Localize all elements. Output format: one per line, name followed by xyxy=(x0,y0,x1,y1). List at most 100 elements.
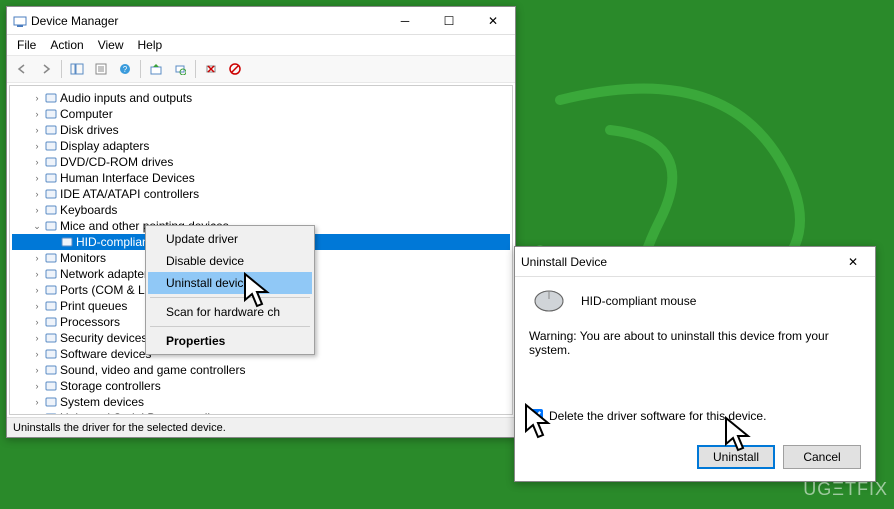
tree-item-label: Network adapters xyxy=(60,267,154,281)
tree-item-label: Software devices xyxy=(60,347,151,361)
chevron-right-icon[interactable]: › xyxy=(32,333,42,343)
tree-item-label: System devices xyxy=(60,395,144,409)
minimize-button[interactable]: ─ xyxy=(383,7,427,35)
uninstall-button[interactable] xyxy=(200,58,222,80)
maximize-button[interactable]: ☐ xyxy=(427,7,471,35)
chevron-right-icon[interactable]: › xyxy=(32,157,42,167)
device-category-icon xyxy=(44,219,58,233)
help-button[interactable]: ? xyxy=(114,58,136,80)
tree-item[interactable]: › Keyboards xyxy=(12,202,510,218)
device-category-icon xyxy=(44,171,58,185)
update-driver-button[interactable] xyxy=(145,58,167,80)
device-category-icon xyxy=(44,107,58,121)
tree-item[interactable]: ›Display adapters xyxy=(12,138,510,154)
delete-driver-label: Delete the driver software for this devi… xyxy=(549,409,766,423)
context-menu-item[interactable]: Properties xyxy=(148,330,312,352)
uninstall-confirm-button[interactable]: Uninstall xyxy=(697,445,775,469)
properties-button[interactable] xyxy=(90,58,112,80)
window-title: Device Manager xyxy=(31,14,118,28)
tree-item[interactable]: › Computer xyxy=(12,106,510,122)
app-icon xyxy=(13,14,27,28)
titlebar[interactable]: Device Manager ─ ☐ ✕ xyxy=(7,7,515,35)
device-category-icon xyxy=(44,187,58,201)
scan-hardware-button[interactable] xyxy=(169,58,191,80)
uninstall-dialog: Uninstall Device ✕ HID-compliant mouse W… xyxy=(514,246,876,482)
statusbar: Uninstalls the driver for the selected d… xyxy=(7,417,515,437)
chevron-right-icon[interactable]: › xyxy=(32,125,42,135)
chevron-right-icon[interactable]: › xyxy=(32,93,42,103)
delete-driver-checkbox-row[interactable]: Delete the driver software for this devi… xyxy=(529,409,861,423)
chevron-right-icon[interactable]: › xyxy=(32,349,42,359)
dialog-warning-text: Warning: You are about to uninstall this… xyxy=(529,329,861,357)
delete-driver-checkbox[interactable] xyxy=(529,409,543,423)
svg-text:?: ? xyxy=(123,65,128,74)
mouse-icon xyxy=(529,287,569,315)
device-category-icon xyxy=(44,395,58,409)
device-category-icon xyxy=(44,347,58,361)
device-category-icon xyxy=(60,235,74,249)
chevron-right-icon[interactable]: › xyxy=(32,285,42,295)
chevron-right-icon[interactable]: › xyxy=(32,397,42,407)
device-category-icon xyxy=(44,251,58,265)
chevron-right-icon[interactable]: › xyxy=(32,253,42,263)
chevron-right-icon[interactable]: › xyxy=(32,413,42,415)
tree-item[interactable]: ›DVD/CD-ROM drives xyxy=(12,154,510,170)
tree-item[interactable]: › System devices xyxy=(12,394,510,410)
context-menu: Update driverDisable deviceUninstall dev… xyxy=(145,225,315,355)
forward-button[interactable] xyxy=(35,58,57,80)
context-menu-item[interactable]: Scan for hardware ch xyxy=(148,301,312,323)
dialog-titlebar[interactable]: Uninstall Device ✕ xyxy=(515,247,875,277)
tree-item-label: Computer xyxy=(60,107,113,121)
menu-separator xyxy=(150,326,310,327)
context-menu-item[interactable]: Uninstall device xyxy=(148,272,312,294)
device-category-icon xyxy=(44,411,58,415)
menu-file[interactable]: File xyxy=(11,36,42,54)
tree-item[interactable]: › Disk drives xyxy=(12,122,510,138)
device-category-icon xyxy=(44,139,58,153)
context-menu-item[interactable]: Update driver xyxy=(148,228,312,250)
chevron-right-icon[interactable]: › xyxy=(32,189,42,199)
tree-item-label: Keyboards xyxy=(60,203,117,217)
chevron-right-icon[interactable]: › xyxy=(32,173,42,183)
chevron-down-icon[interactable]: ⌄ xyxy=(32,221,42,231)
context-menu-item[interactable]: Disable device xyxy=(148,250,312,272)
chevron-right-icon[interactable]: › xyxy=(32,205,42,215)
tree-item-label: Disk drives xyxy=(60,123,119,137)
tree-item-label: Print queues xyxy=(60,299,127,313)
chevron-right-icon[interactable]: › xyxy=(32,317,42,327)
tree-item[interactable]: ›Human Interface Devices xyxy=(12,170,510,186)
tree-item-label: Monitors xyxy=(60,251,106,265)
tree-item[interactable]: › Storage controllers xyxy=(12,378,510,394)
device-category-icon xyxy=(44,379,58,393)
device-category-icon xyxy=(44,299,58,313)
dialog-close-button[interactable]: ✕ xyxy=(831,248,875,276)
chevron-right-icon[interactable]: › xyxy=(32,109,42,119)
back-button[interactable] xyxy=(11,58,33,80)
tree-item[interactable]: › IDE ATA/ATAPI controllers xyxy=(12,186,510,202)
menu-action[interactable]: Action xyxy=(44,36,89,54)
disable-button[interactable] xyxy=(224,58,246,80)
chevron-right-icon[interactable]: › xyxy=(32,365,42,375)
chevron-right-icon[interactable]: › xyxy=(32,141,42,151)
tree-item[interactable]: ›Sound, video and game controllers xyxy=(12,362,510,378)
menu-help[interactable]: Help xyxy=(132,36,169,54)
chevron-right-icon[interactable]: › xyxy=(32,381,42,391)
chevron-right-icon[interactable]: › xyxy=(32,269,42,279)
device-category-icon xyxy=(44,123,58,137)
device-category-icon xyxy=(44,315,58,329)
tree-item[interactable]: ›Audio inputs and outputs xyxy=(12,90,510,106)
close-button[interactable]: ✕ xyxy=(471,7,515,35)
device-category-icon xyxy=(44,363,58,377)
chevron-right-icon[interactable]: › xyxy=(32,301,42,311)
show-hide-tree-button[interactable] xyxy=(66,58,88,80)
menu-view[interactable]: View xyxy=(92,36,130,54)
cancel-button[interactable]: Cancel xyxy=(783,445,861,469)
tree-item[interactable]: ›Universal Serial Bus controllers xyxy=(12,410,510,415)
dialog-device-name: HID-compliant mouse xyxy=(581,294,696,308)
tree-item-label: Storage controllers xyxy=(60,379,161,393)
device-manager-window: Device Manager ─ ☐ ✕ File Action View He… xyxy=(6,6,516,438)
chevron-right-icon xyxy=(48,237,58,247)
dialog-title: Uninstall Device xyxy=(521,255,607,269)
menu-separator xyxy=(150,297,310,298)
tree-item-label: IDE ATA/ATAPI controllers xyxy=(60,187,199,201)
